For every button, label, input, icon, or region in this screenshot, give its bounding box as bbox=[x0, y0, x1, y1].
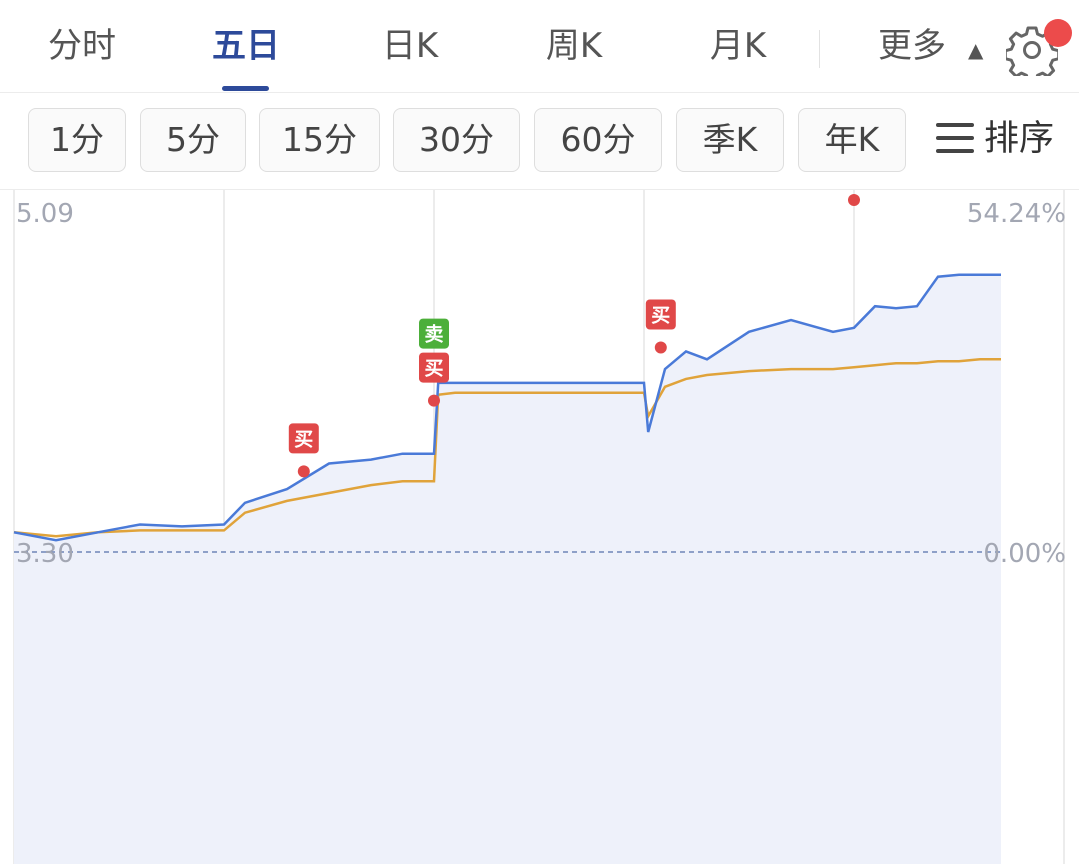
price-area-fill bbox=[14, 274, 1001, 864]
tab-daily-k[interactable]: 日K bbox=[368, 0, 452, 92]
notification-badge bbox=[1044, 19, 1072, 47]
sort-button[interactable]: 排序 bbox=[936, 108, 1054, 170]
tab-monthly-k[interactable]: 月K bbox=[696, 0, 780, 92]
buy-marker-label: 买 bbox=[424, 358, 443, 380]
buy-marker-label: 买 bbox=[651, 304, 670, 326]
period-5min-button[interactable]: 5分 bbox=[140, 108, 246, 172]
trade-point-dot bbox=[848, 194, 860, 206]
tab-more[interactable]: 更多 bbox=[870, 0, 954, 92]
trade-point-dot bbox=[297, 465, 310, 478]
five-day-price-chart[interactable]: 买卖买买买卖 5.09 3.30 54.24% 0.00% bbox=[0, 118, 1079, 864]
chart-period-tab-bar: 分时 五日 日K 周K 月K 更多 ▲ bbox=[0, 0, 1079, 93]
tab-intraday[interactable]: 分时 bbox=[40, 0, 124, 92]
tab-five-day[interactable]: 五日 bbox=[204, 0, 288, 92]
pct-base-label: 0.00% bbox=[983, 539, 1066, 569]
tab-weekly-k[interactable]: 周K bbox=[532, 0, 616, 92]
active-tab-indicator bbox=[222, 86, 269, 91]
period-30min-button[interactable]: 30分 bbox=[393, 108, 520, 172]
chart-canvas: 买卖买买买卖 5.09 3.30 54.24% 0.00% bbox=[13, 118, 1066, 864]
tab-divider bbox=[819, 30, 820, 68]
period-60min-button[interactable]: 60分 bbox=[534, 108, 662, 172]
sort-label: 排序 bbox=[984, 119, 1055, 159]
period-quarter-k-button[interactable]: 季K bbox=[676, 108, 784, 172]
sell-marker-label: 卖 bbox=[424, 324, 443, 346]
caret-up-icon[interactable]: ▲ bbox=[968, 38, 983, 62]
buy-marker-label: 买 bbox=[294, 428, 313, 450]
y-max-label: 5.09 bbox=[16, 199, 74, 229]
period-15min-button[interactable]: 15分 bbox=[259, 108, 380, 172]
trade-point-dot bbox=[428, 394, 440, 407]
period-1min-button[interactable]: 1分 bbox=[28, 108, 126, 172]
trade-point-dot bbox=[654, 341, 667, 354]
pct-max-label: 54.24% bbox=[967, 199, 1066, 229]
y-min-label: 3.30 bbox=[16, 539, 74, 569]
kline-period-selector: 1分 5分 15分 30分 60分 季K 年K 排序 bbox=[0, 93, 1079, 190]
period-year-k-button[interactable]: 年K bbox=[798, 108, 906, 172]
menu-lines-icon bbox=[936, 123, 974, 153]
